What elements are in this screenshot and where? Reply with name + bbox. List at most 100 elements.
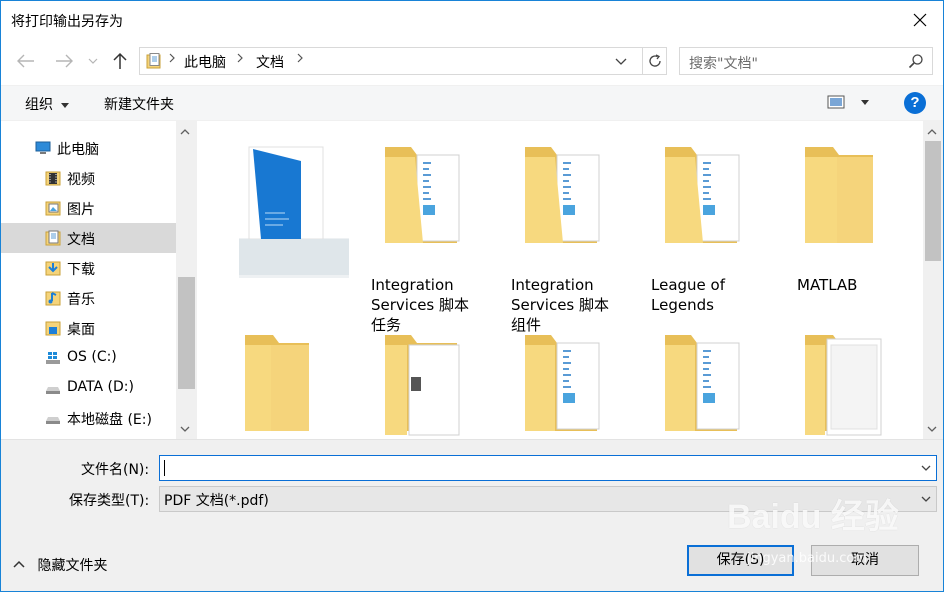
- drive-icon: [46, 387, 60, 394]
- chevron-up-icon: [13, 560, 25, 568]
- forward-button[interactable]: [51, 49, 77, 73]
- scroll-up-arrow-icon[interactable]: [927, 125, 937, 138]
- pictures-folder-icon: [45, 201, 61, 216]
- sidebar-item-downloads[interactable]: 下载: [1, 253, 176, 283]
- breadcrumb-separator: [168, 51, 176, 69]
- close-icon: [913, 13, 927, 27]
- sidebar-item-documents[interactable]: 文档: [1, 223, 176, 253]
- search-icon[interactable]: [908, 53, 924, 69]
- sidebar-item-label: 文档: [67, 232, 95, 248]
- back-button[interactable]: [13, 49, 39, 73]
- filename-input[interactable]: [159, 455, 937, 481]
- empty-folder-icon: [245, 335, 309, 431]
- breadcrumb-separator: [296, 51, 304, 69]
- empty-folder-icon: [805, 147, 873, 243]
- windows-drive-icon: [46, 352, 60, 364]
- sidebar-item-label: DATA (D:): [67, 379, 134, 395]
- folder-label: Integration Services 脚本任务: [371, 276, 470, 334]
- chevron-down-icon: [615, 58, 627, 65]
- command-bar: 组织 新建文件夹 ?: [1, 85, 943, 121]
- folder-item[interactable]: MATLAB: [797, 143, 907, 313]
- sidebar-item-this-pc[interactable]: 此电脑: [1, 133, 176, 163]
- folder-label: MATLAB: [797, 276, 858, 294]
- file-folder-icon: [385, 335, 460, 436]
- filename-label: 文件名(N):: [81, 462, 150, 478]
- scroll-up-arrow-icon[interactable]: [180, 125, 190, 138]
- folder-item[interactable]: [511, 331, 621, 439]
- sidebar-item-music[interactable]: 音乐: [1, 283, 176, 313]
- sidebar-item-data-d[interactable]: DATA (D:): [1, 373, 176, 403]
- caret-down-icon: [61, 102, 70, 108]
- arrow-right-icon: [56, 54, 73, 68]
- folder-item[interactable]: [651, 331, 761, 439]
- folder-label: League of Legends: [651, 276, 725, 314]
- image-folder-icon: [239, 146, 349, 278]
- address-dropdown-button[interactable]: [615, 54, 627, 70]
- refresh-icon: [648, 54, 661, 67]
- sidebar-item-local-e[interactable]: 本地磁盘 (E:): [1, 403, 176, 433]
- drive-icon: [46, 417, 60, 424]
- sidebar-item-label: 本地磁盘 (E:): [67, 412, 152, 428]
- sidebar-item-desktop[interactable]: 桌面: [1, 313, 176, 343]
- save-as-dialog: 将打印输出另存为 此电脑 文档 搜索"文档" 组织 新建文件夹 ? 此电脑 视频…: [0, 0, 944, 592]
- text-caret: [164, 460, 165, 476]
- arrow-left-icon: [17, 54, 34, 68]
- folder-item[interactable]: [797, 331, 907, 439]
- organize-button[interactable]: 组织: [25, 94, 70, 114]
- folder-item[interactable]: Integration Services 脚本组件: [511, 143, 621, 334]
- recent-locations-button[interactable]: [85, 49, 101, 73]
- file-list: Integration Services 脚本任务 Integration Se…: [197, 121, 923, 439]
- folder-item[interactable]: [239, 331, 349, 439]
- sidebar-item-label: 桌面: [67, 322, 95, 338]
- new-folder-button[interactable]: 新建文件夹: [104, 94, 174, 114]
- document-folder-icon: [385, 147, 460, 243]
- change-view-button[interactable]: [827, 95, 870, 113]
- breadcrumb-documents[interactable]: 文档: [256, 52, 284, 72]
- search-box[interactable]: 搜索"文档": [679, 47, 933, 75]
- filetype-value: PDF 文档(*.pdf): [164, 493, 269, 509]
- chevron-down-icon[interactable]: [920, 460, 932, 476]
- document-folder-icon: [525, 335, 600, 431]
- breadcrumb-this-pc[interactable]: 此电脑: [184, 52, 226, 72]
- video-folder-icon: [45, 171, 61, 186]
- filetype-label: 保存类型(T):: [69, 493, 150, 509]
- close-button[interactable]: [897, 1, 943, 39]
- sidebar-item-label: 音乐: [67, 292, 95, 308]
- sidebar-item-pictures[interactable]: 图片: [1, 193, 176, 223]
- document-folder-icon: [665, 335, 740, 431]
- document-folder-icon: [665, 147, 740, 243]
- baidu-watermark-url: jingyan.baidu.com: [747, 551, 867, 566]
- address-bar[interactable]: 此电脑 文档: [139, 47, 643, 75]
- document-folder-icon: [525, 147, 600, 243]
- folder-item[interactable]: League of Legends: [651, 143, 761, 314]
- baidu-watermark-logo: Baidu 经验: [727, 498, 899, 536]
- sidebar-item-videos[interactable]: 视频: [1, 163, 176, 193]
- sidebar-item-label: 下载: [67, 262, 95, 278]
- scroll-down-arrow-icon[interactable]: [180, 423, 190, 436]
- title-bar: 将打印输出另存为: [1, 1, 943, 39]
- hide-folders-label: 隐藏文件夹: [37, 558, 108, 574]
- refresh-button[interactable]: [643, 47, 667, 75]
- sidebar-item-label: 视频: [67, 172, 95, 188]
- documents-folder-icon: [45, 230, 61, 246]
- sidebar-item-os-c[interactable]: OS (C:): [1, 343, 176, 373]
- desktop-folder-icon: [45, 321, 61, 336]
- chevron-down-icon: [921, 496, 931, 502]
- help-button[interactable]: ?: [904, 92, 926, 114]
- scrollbar-thumb[interactable]: [925, 141, 941, 261]
- file-list-scrollbar[interactable]: [923, 121, 943, 439]
- sidebar-item-label: OS (C:): [67, 349, 117, 365]
- up-button[interactable]: [107, 49, 133, 73]
- chevron-down-icon: [88, 58, 98, 64]
- hide-folders-toggle[interactable]: 隐藏文件夹: [13, 555, 107, 575]
- scroll-down-arrow-icon[interactable]: [927, 423, 937, 436]
- sidebar-item-label: 图片: [67, 202, 95, 218]
- sidebar-item-label: 此电脑: [57, 142, 99, 158]
- breadcrumb-separator: [236, 51, 244, 69]
- folder-item[interactable]: Integration Services 脚本任务: [371, 143, 481, 334]
- folder-label: Integration Services 脚本组件: [511, 276, 610, 334]
- folder-item[interactable]: [371, 331, 481, 439]
- sidebar-scrollbar[interactable]: [176, 121, 197, 439]
- scrollbar-thumb[interactable]: [178, 277, 195, 389]
- folder-item[interactable]: [239, 143, 349, 313]
